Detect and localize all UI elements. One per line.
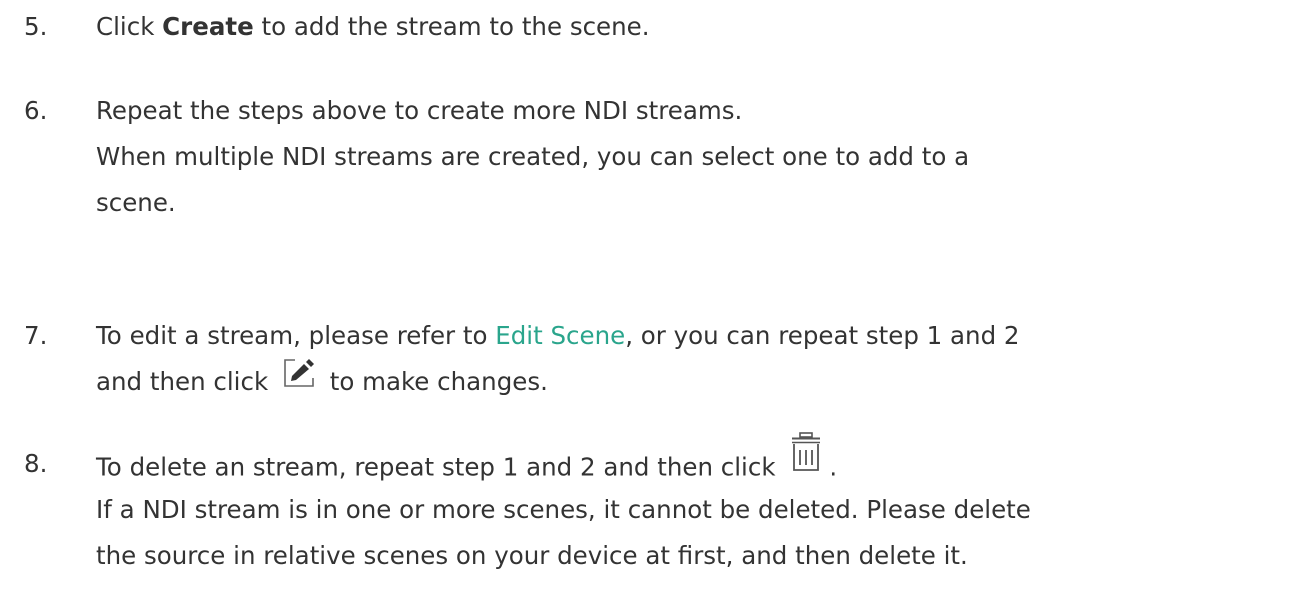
step-number: 6. xyxy=(24,96,48,125)
text: , or you can repeat step 1 and 2 xyxy=(625,321,1020,350)
trash-icon xyxy=(789,432,823,487)
step-line: Click Create to add the stream to the sc… xyxy=(96,4,1286,50)
text: to make changes. xyxy=(321,367,548,396)
edit-scene-link[interactable]: Edit Scene xyxy=(495,321,625,350)
create-keyword: Create xyxy=(162,12,254,41)
edit-icon xyxy=(282,357,316,403)
step-note-line: the source in relative scenes on your de… xyxy=(96,541,968,570)
step-line: To edit a stream, please refer to Edit S… xyxy=(96,313,1286,359)
step-number: 8. xyxy=(24,449,48,478)
text: Click xyxy=(96,12,163,41)
step-note-line: When multiple NDI streams are created, y… xyxy=(96,142,970,171)
step-line: To delete an stream, repeat step 1 and 2… xyxy=(96,432,1286,487)
step-body: To edit a stream, please refer to Edit S… xyxy=(96,313,1286,405)
step-body: Repeat the steps above to create more ND… xyxy=(96,88,1286,226)
text: and then click xyxy=(96,367,276,396)
text: To delete an stream, repeat step 1 and 2… xyxy=(96,452,784,482)
step-number: 5. xyxy=(24,12,48,41)
text: . xyxy=(829,452,838,482)
step-line: Repeat the steps above to create more ND… xyxy=(96,96,743,125)
step-number: 7. xyxy=(24,321,48,350)
step-note-line: scene. xyxy=(96,188,176,217)
text: To edit a stream, please refer to xyxy=(96,321,496,350)
step-body: Click Create to add the stream to the sc… xyxy=(96,4,1286,50)
step-line: and then click to make changes. xyxy=(96,359,1286,405)
text: to add the stream to the scene. xyxy=(253,12,650,41)
step-body: To delete an stream, repeat step 1 and 2… xyxy=(96,432,1286,579)
step-note-line: If a NDI stream is in one or more scenes… xyxy=(96,495,1031,524)
